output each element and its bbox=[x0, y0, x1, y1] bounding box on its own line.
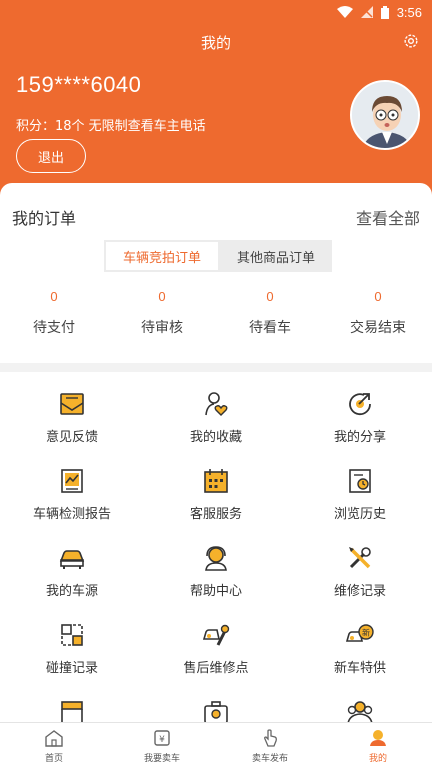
gear-icon[interactable] bbox=[402, 32, 420, 50]
tools-icon bbox=[349, 547, 371, 569]
menu-item-camera[interactable] bbox=[144, 680, 288, 722]
shop-icon bbox=[61, 701, 83, 722]
status-count: 0 bbox=[374, 289, 382, 304]
orders-card: 我的订单 查看全部 车辆竞拍订单 其他商品订单 0 待支付 0 待审核 0 待看… bbox=[0, 183, 432, 363]
menu-service-points[interactable]: 售后维修点 bbox=[144, 603, 288, 680]
bottom-tab-bar: 首页 ¥ 我要卖车 卖车发布 我的 bbox=[0, 722, 432, 768]
status-pending-review[interactable]: 0 待审核 bbox=[108, 289, 216, 337]
status-label: 待看车 bbox=[249, 320, 291, 336]
view-all-link[interactable]: 查看全部 bbox=[356, 205, 420, 229]
menu-share[interactable]: 我的分享 bbox=[288, 372, 432, 449]
status-count: 0 bbox=[50, 289, 58, 304]
menu-label: 新车特供 bbox=[333, 661, 386, 676]
status-label: 待支付 bbox=[33, 320, 75, 336]
menu-collision-records[interactable]: 碰撞记录 bbox=[0, 603, 144, 680]
group-icon bbox=[347, 701, 373, 722]
status-label: 交易结束 bbox=[350, 320, 406, 336]
menu-label: 我的车源 bbox=[45, 584, 98, 599]
menu-new-cars[interactable]: 新 新车特供 bbox=[288, 603, 432, 680]
menu-label: 售后维修点 bbox=[183, 661, 249, 676]
tab-auction-orders[interactable]: 车辆竞拍订单 bbox=[106, 242, 218, 270]
tab-publish[interactable]: 卖车发布 bbox=[216, 723, 324, 768]
menu-feedback[interactable]: 意见反馈 bbox=[0, 372, 144, 449]
orders-title: 我的订单 bbox=[12, 209, 77, 228]
menu-help-center[interactable]: 帮助中心 bbox=[144, 526, 288, 603]
menu-label: 车辆检测报告 bbox=[32, 507, 111, 522]
menu-label: 帮助中心 bbox=[189, 584, 242, 599]
new-car-icon: 新 bbox=[346, 624, 374, 642]
clock: 3:56 bbox=[396, 4, 422, 20]
signal-off-icon bbox=[360, 6, 373, 18]
share-icon bbox=[349, 393, 371, 416]
status-pending-viewing[interactable]: 0 待看车 bbox=[216, 289, 324, 337]
menu-inspection-report[interactable]: 车辆检测报告 bbox=[0, 449, 144, 526]
menu-label: 碰撞记录 bbox=[45, 661, 98, 676]
menu-history[interactable]: 浏览历史 bbox=[288, 449, 432, 526]
tab-label: 首页 bbox=[44, 754, 63, 764]
menu-label: 浏览历史 bbox=[333, 507, 386, 522]
repair-car-icon bbox=[202, 624, 230, 646]
status-label: 待审核 bbox=[141, 320, 183, 336]
user-phone: 159****6040 bbox=[16, 72, 142, 97]
report-icon bbox=[61, 469, 83, 493]
publish-icon bbox=[264, 729, 277, 747]
tab-sell-car[interactable]: ¥ 我要卖车 bbox=[108, 723, 216, 768]
menu-item-group[interactable] bbox=[288, 680, 432, 722]
menu-label: 意见反馈 bbox=[45, 430, 98, 445]
menu-favorites[interactable]: 我的收藏 bbox=[144, 372, 288, 449]
status-pending-payment[interactable]: 0 待支付 bbox=[0, 289, 108, 337]
feedback-icon bbox=[60, 393, 84, 415]
status-completed[interactable]: 0 交易结束 bbox=[324, 289, 432, 337]
calendar-icon bbox=[204, 469, 228, 493]
svg-text:新: 新 bbox=[362, 628, 370, 638]
logout-button[interactable]: 退出 bbox=[16, 139, 86, 173]
collision-icon bbox=[61, 624, 83, 646]
history-icon bbox=[349, 469, 371, 493]
tab-label: 我的 bbox=[368, 754, 387, 764]
home-icon bbox=[45, 730, 63, 747]
favorite-icon bbox=[205, 392, 228, 416]
status-count: 0 bbox=[158, 289, 166, 304]
wifi-icon bbox=[336, 6, 353, 18]
points-info: 积分：18个 无限制查看车主电话 bbox=[16, 119, 206, 134]
sell-car-icon: ¥ bbox=[154, 730, 170, 746]
tab-label: 我要卖车 bbox=[143, 754, 180, 764]
battery-icon bbox=[380, 5, 389, 19]
tab-profile[interactable]: 我的 bbox=[324, 723, 432, 768]
status-count: 0 bbox=[266, 289, 274, 304]
menu-customer-service[interactable]: 客服服务 bbox=[144, 449, 288, 526]
profile-header: 我的 159****6040 积分：18个 无限制查看车主电话 退出 bbox=[0, 24, 432, 204]
car-icon bbox=[59, 550, 85, 569]
function-grid: 意见反馈 我的收藏 我的分享 车辆检测报告 客服服务 浏览历史 我的车源 帮助中… bbox=[0, 372, 432, 722]
order-status-row: 0 待支付 0 待审核 0 待看车 0 交易结束 bbox=[0, 289, 432, 337]
svg-text:¥: ¥ bbox=[159, 735, 165, 745]
menu-label: 我的收藏 bbox=[189, 430, 242, 445]
status-bar: 3:56 bbox=[0, 0, 432, 24]
avatar-image bbox=[352, 82, 418, 148]
menu-label: 我的分享 bbox=[333, 430, 386, 445]
profile-icon bbox=[370, 730, 386, 746]
page-title: 我的 bbox=[200, 34, 231, 52]
menu-item-shop[interactable] bbox=[0, 680, 144, 722]
menu-label: 维修记录 bbox=[333, 584, 386, 599]
menu-repair-records[interactable]: 维修记录 bbox=[288, 526, 432, 603]
menu-label: 客服服务 bbox=[189, 507, 242, 522]
camera-icon bbox=[204, 701, 228, 722]
headset-icon bbox=[205, 546, 227, 571]
tab-label: 卖车发布 bbox=[251, 754, 288, 764]
menu-my-cars[interactable]: 我的车源 bbox=[0, 526, 144, 603]
order-tabs: 车辆竞拍订单 其他商品订单 bbox=[104, 240, 332, 272]
tab-other-orders[interactable]: 其他商品订单 bbox=[220, 240, 332, 272]
tab-home[interactable]: 首页 bbox=[0, 723, 108, 768]
avatar[interactable] bbox=[350, 80, 420, 150]
